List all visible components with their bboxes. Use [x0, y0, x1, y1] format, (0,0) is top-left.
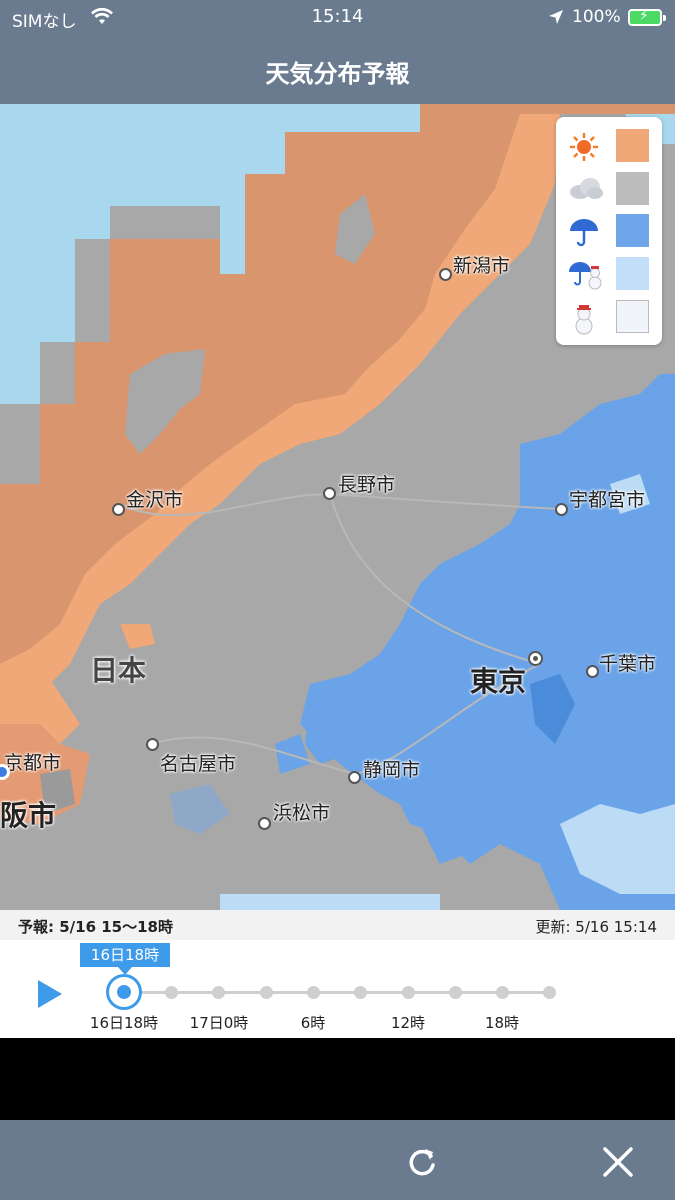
slider-tick[interactable] — [354, 986, 367, 999]
bottom-toolbar — [0, 1120, 675, 1200]
city-label-kyoto: 京都市 — [4, 752, 62, 774]
navigation-bar: 天気分布予報 — [0, 36, 675, 104]
slider-tick[interactable] — [260, 986, 273, 999]
legend-item-sunny — [568, 129, 652, 163]
city-label-utsunomiya: 宇都宮市 — [569, 489, 646, 511]
slider-tick[interactable] — [402, 986, 415, 999]
city-marker-chiba[interactable] — [586, 665, 599, 678]
legend-swatch-snow — [616, 300, 649, 333]
page-title: 天気分布予報 — [265, 60, 410, 88]
slider-tick[interactable] — [543, 986, 556, 999]
legend-swatch-cloudy — [616, 172, 649, 205]
city-marker-hamamatsu[interactable] — [258, 817, 271, 830]
weather-legend — [556, 117, 662, 345]
forecast-info-bar: 予報: 5/16 15〜18時 更新: 5/16 15:14 — [0, 910, 675, 940]
city-marker-nagoya[interactable] — [146, 738, 159, 751]
city-marker-utsunomiya[interactable] — [555, 503, 568, 516]
country-label-japan: 日本 — [90, 654, 147, 687]
city-label-niigata: 新潟市 — [453, 255, 511, 277]
charging-bolt-icon: ⚡ — [639, 8, 649, 24]
time-label: 12時 — [390, 1014, 426, 1032]
location-arrow-icon — [547, 8, 565, 31]
close-icon — [603, 1147, 633, 1177]
app-screen: SIMなし 15:14 100% ⚡ 天気分布予報 新潟市 長野市 金沢市 宇都… — [0, 0, 675, 1200]
time-label: 17日0時 — [189, 1014, 249, 1032]
forecast-period: 予報: 5/16 15〜18時 — [18, 918, 173, 936]
slider-track[interactable] — [124, 991, 550, 994]
legend-item-rain — [568, 214, 652, 248]
slider-tick[interactable] — [165, 986, 178, 999]
city-label-nagano: 長野市 — [338, 474, 396, 496]
battery-icon: ⚡ — [628, 8, 666, 26]
status-bar: SIMなし 15:14 100% ⚡ — [0, 0, 675, 36]
city-marker-tokyo[interactable] — [528, 651, 543, 666]
legend-swatch-sunny — [616, 129, 649, 162]
city-label-osaka: 阪市 — [0, 799, 57, 832]
play-button[interactable] — [38, 980, 62, 1008]
city-label-nagoya: 名古屋市 — [160, 753, 237, 775]
legend-item-snow — [568, 300, 652, 335]
slider-tick[interactable] — [496, 986, 509, 999]
time-label: 16日18時 — [89, 1014, 159, 1032]
city-label-shizuoka: 静岡市 — [363, 759, 421, 781]
selected-time-badge: 16日18時 — [80, 943, 170, 975]
slider-tick[interactable] — [307, 986, 320, 999]
ad-area — [0, 1038, 675, 1120]
legend-swatch-rain-snow — [616, 257, 649, 290]
city-marker-nagano[interactable] — [323, 487, 336, 500]
city-label-hamamatsu: 浜松市 — [273, 802, 331, 824]
updated-time: 更新: 5/16 15:14 — [535, 918, 657, 936]
city-marker-kanazawa[interactable] — [112, 503, 125, 516]
city-label-chiba: 千葉市 — [599, 653, 657, 675]
refresh-icon — [409, 1149, 435, 1176]
refresh-button[interactable] — [404, 1144, 440, 1180]
slider-tick[interactable] — [212, 986, 225, 999]
city-label-kanazawa: 金沢市 — [126, 489, 184, 511]
battery-percent: 100% — [572, 7, 621, 27]
time-label: 18時 — [484, 1014, 520, 1032]
city-marker-niigata[interactable] — [439, 268, 452, 281]
weather-map[interactable]: 新潟市 長野市 金沢市 宇都宮市 千葉市 東京 京都市 名古屋市 静岡市 浜松市… — [0, 104, 675, 910]
time-label: 6時 — [300, 1014, 326, 1032]
time-slider[interactable]: 16日18時 16日18時 17日0時 6時 12時 18時 — [0, 940, 675, 1038]
city-label-tokyo: 東京 — [470, 665, 527, 698]
legend-item-rain-snow — [568, 257, 652, 291]
legend-item-cloudy — [568, 172, 652, 206]
legend-swatch-rain — [616, 214, 649, 247]
close-button[interactable] — [600, 1144, 636, 1180]
slider-tick[interactable] — [449, 986, 462, 999]
slider-thumb[interactable] — [106, 974, 142, 1010]
city-marker-shizuoka[interactable] — [348, 771, 361, 784]
